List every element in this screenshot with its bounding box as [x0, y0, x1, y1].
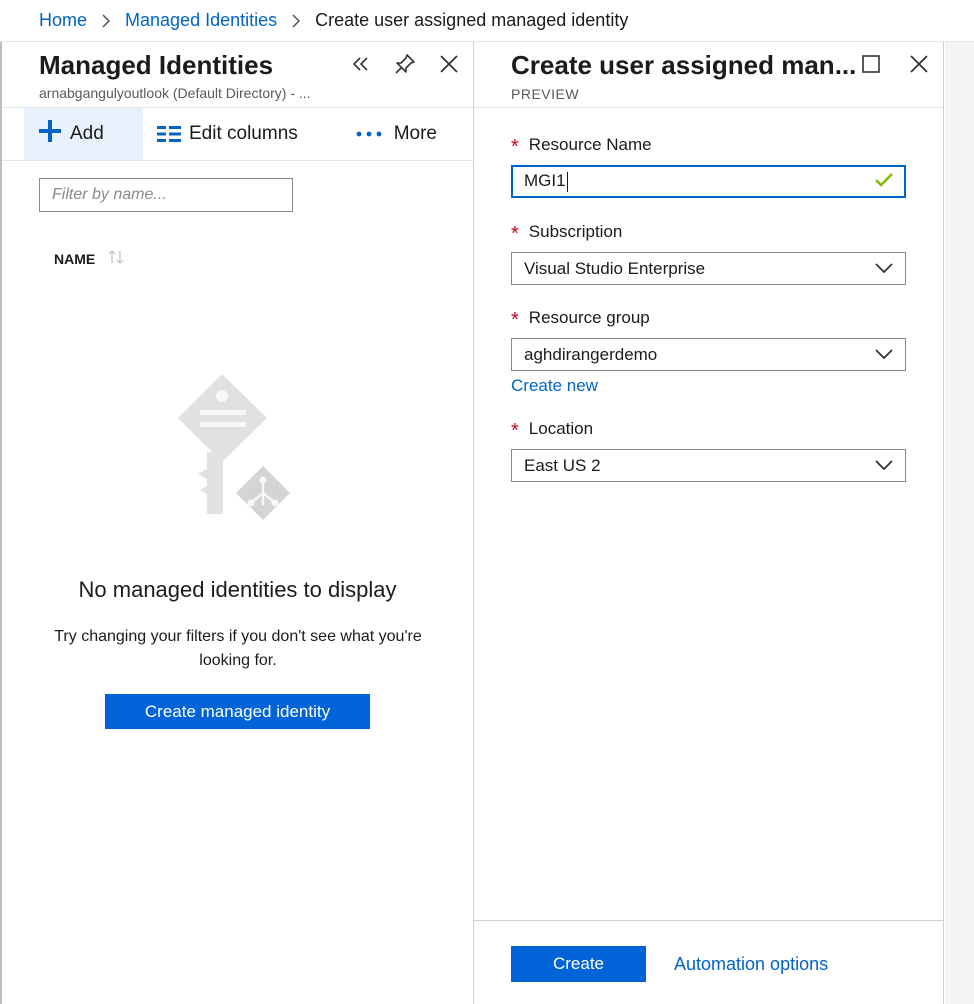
- portal-background: [945, 42, 974, 1004]
- sort-icon[interactable]: [107, 250, 125, 267]
- add-button-label: Add: [70, 123, 104, 144]
- required-marker: *: [511, 420, 519, 442]
- name-column-label: NAME: [54, 250, 96, 267]
- required-marker: *: [511, 223, 519, 245]
- edit-columns-label: Edit columns: [189, 123, 298, 144]
- create-blade-title: Create user assigned man...: [511, 50, 857, 80]
- location-value: East US 2: [524, 455, 601, 475]
- chevron-down-icon: [875, 259, 893, 279]
- create-identity-blade: Create user assigned man... PREVIEW * Re…: [473, 42, 944, 1004]
- maximize-icon[interactable]: [859, 52, 883, 76]
- create-blade-footer: Create Automation options: [474, 920, 943, 1004]
- plus-icon: [38, 116, 62, 148]
- location-field: * Location East US 2: [511, 417, 906, 482]
- create-button[interactable]: Create: [511, 946, 646, 982]
- header-divider: [474, 107, 943, 108]
- add-button[interactable]: Add: [24, 108, 143, 160]
- preview-badge: PREVIEW: [511, 86, 580, 102]
- resource-group-field: * Resource group aghdirangerdemo Create …: [511, 306, 906, 396]
- automation-options-link[interactable]: Automation options: [674, 954, 828, 975]
- blade-title: Managed Identities: [39, 50, 274, 80]
- blade-header-actions: [349, 52, 461, 76]
- text-cursor: [566, 171, 568, 192]
- more-button[interactable]: More: [356, 108, 437, 160]
- blade-toolbar: Add Edit columns More: [2, 107, 473, 161]
- resource-group-value: aghdirangerdemo: [524, 344, 658, 364]
- create-blade-header-actions: [859, 52, 931, 76]
- chevron-down-icon: [875, 456, 893, 476]
- close-icon[interactable]: [437, 52, 461, 76]
- resource-group-label: Resource group: [528, 308, 650, 327]
- breadcrumb-home-link[interactable]: Home: [39, 10, 87, 31]
- empty-state-description: Try changing your filters if you don't s…: [54, 628, 422, 669]
- empty-state-title: No managed identities to display: [78, 577, 397, 602]
- chevron-down-icon: [875, 345, 893, 365]
- chevron-right-icon: [291, 13, 301, 28]
- required-marker: *: [511, 309, 519, 331]
- resource-group-dropdown[interactable]: aghdirangerdemo: [511, 338, 906, 371]
- subscription-label: Subscription: [528, 222, 623, 241]
- blade-subtitle: arnabgangulyoutlook (Default Directory) …: [39, 85, 311, 101]
- breadcrumb-current: Create user assigned managed identity: [315, 10, 629, 30]
- more-label: More: [393, 123, 437, 144]
- subscription-dropdown[interactable]: Visual Studio Enterprise: [511, 252, 906, 285]
- subscription-field: * Subscription Visual Studio Enterprise: [511, 220, 906, 285]
- valid-checkmark-icon: [875, 172, 893, 192]
- create-managed-identity-button[interactable]: Create managed identity: [105, 694, 370, 729]
- blade-header: Managed Identities arnabgangulyoutlook (…: [39, 50, 311, 101]
- edit-columns-button[interactable]: Edit columns: [157, 108, 298, 160]
- breadcrumb: Home Managed Identities Create user assi…: [0, 0, 974, 42]
- collapse-icon[interactable]: [349, 52, 373, 76]
- columns-icon: [157, 125, 181, 143]
- create-new-resource-group-link[interactable]: Create new: [511, 376, 598, 396]
- breadcrumb-managed-identities-link[interactable]: Managed Identities: [125, 10, 277, 31]
- name-column-header[interactable]: NAME: [54, 250, 125, 267]
- location-dropdown[interactable]: East US 2: [511, 449, 906, 482]
- required-marker: *: [511, 136, 519, 158]
- subscription-value: Visual Studio Enterprise: [524, 258, 706, 278]
- location-label: Location: [528, 419, 594, 438]
- resource-name-value: MGI1: [524, 171, 566, 191]
- ellipsis-icon: [356, 116, 382, 144]
- create-blade-header: Create user assigned man... PREVIEW: [511, 50, 856, 102]
- resource-name-label: Resource Name: [528, 135, 652, 154]
- resource-name-input[interactable]: MGI1: [511, 165, 906, 198]
- managed-identity-key-icon: [178, 374, 302, 529]
- managed-identities-blade: Managed Identities arnabgangulyoutlook (…: [2, 42, 473, 1004]
- chevron-right-icon: [101, 13, 111, 28]
- pin-icon[interactable]: [393, 52, 417, 76]
- filter-by-name-input[interactable]: [39, 178, 293, 212]
- resource-name-field: * Resource Name MGI1: [511, 133, 906, 198]
- close-icon[interactable]: [907, 52, 931, 76]
